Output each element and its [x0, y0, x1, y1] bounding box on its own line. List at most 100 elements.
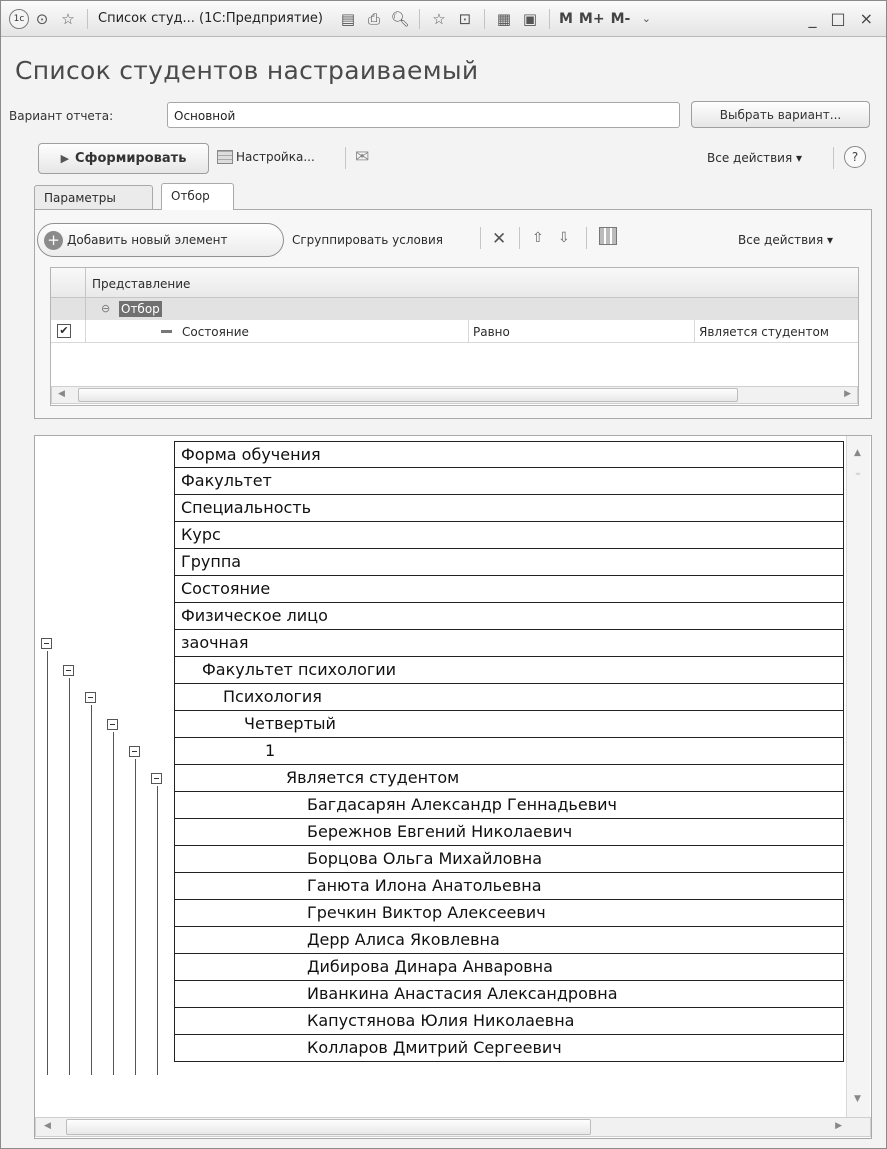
scroll-thumb[interactable]: [66, 1119, 591, 1135]
calendar-icon[interactable]: ▣: [519, 8, 541, 30]
collapse-group-icon[interactable]: [41, 638, 52, 649]
filter-group-label: Отбор: [119, 301, 162, 317]
collapse-group-icon[interactable]: [63, 665, 74, 676]
plus-icon: +: [44, 230, 63, 250]
add-element-button[interactable]: + Добавить новый элемент: [37, 223, 284, 257]
collapse-icon[interactable]: ⊖: [101, 302, 110, 315]
separator: [418, 8, 420, 29]
close-button[interactable]: ×: [860, 9, 873, 28]
add-element-label: Добавить новый элемент: [67, 233, 228, 247]
report-row[interactable]: Состояние: [174, 576, 844, 603]
collapse-group-icon[interactable]: [151, 773, 162, 784]
dropdown-icon[interactable]: ⌄: [635, 8, 657, 30]
column-header-presentation[interactable]: Представление: [92, 277, 190, 291]
maximize-button[interactable]: □: [830, 9, 845, 28]
delete-icon[interactable]: ✕: [492, 229, 506, 249]
mail-icon[interactable]: ✉: [355, 147, 369, 167]
collapse-group-icon[interactable]: [85, 692, 96, 703]
generate-button[interactable]: ▶ Сформировать: [38, 143, 209, 174]
settings-button[interactable]: Настройка...: [217, 150, 315, 164]
condition-checkbox[interactable]: ✔: [57, 324, 71, 338]
scroll-right-icon[interactable]: ▶: [835, 1121, 842, 1131]
separator: [548, 8, 550, 29]
report-horizontal-scrollbar[interactable]: ◀ ▶: [35, 1117, 871, 1137]
scroll-thumb[interactable]: [78, 388, 738, 402]
move-down-icon[interactable]: ⇩: [558, 230, 570, 246]
column-divider: [85, 298, 86, 320]
tab-filter[interactable]: Отбор: [161, 183, 234, 210]
filter-condition-row[interactable]: ✔ Состояние Равно Является студентом: [51, 320, 858, 343]
report-row[interactable]: Четвертый: [174, 711, 844, 738]
move-up-icon[interactable]: ⇧: [532, 230, 544, 246]
report-row[interactable]: Дибирова Динара Анваровна: [174, 954, 844, 981]
filter-group-row[interactable]: ⊖ Отбор: [51, 298, 858, 320]
report-row[interactable]: Курс: [174, 522, 844, 549]
report-row[interactable]: Гречкин Виктор Алексеевич: [174, 900, 844, 927]
column-divider: [85, 268, 86, 297]
separator: [480, 227, 481, 249]
report-row[interactable]: Специальность: [174, 495, 844, 522]
report-output: Форма обучения Факультет Специальность Курс…: [34, 435, 872, 1139]
report-row[interactable]: Психология: [174, 684, 844, 711]
report-row[interactable]: 1: [174, 738, 844, 765]
scroll-up-icon[interactable]: ▲: [854, 448, 861, 458]
report-row[interactable]: заочная: [174, 630, 844, 657]
condition-comparison[interactable]: Равно: [473, 325, 510, 339]
report-row[interactable]: Является студентом: [174, 765, 844, 792]
help-icon[interactable]: ?: [844, 146, 866, 168]
scroll-left-icon[interactable]: ◀: [44, 1121, 51, 1131]
app-logo-icon[interactable]: 1с: [9, 8, 29, 29]
print-icon[interactable]: ⎙: [363, 8, 385, 30]
scroll-left-icon[interactable]: ◀: [58, 389, 65, 399]
bookmark-icon[interactable]: ⊡: [454, 8, 476, 30]
report-row[interactable]: Ганюта Илона Анатольевна: [174, 873, 844, 900]
report-row[interactable]: Борцова Ольга Михайловна: [174, 846, 844, 873]
minimize-button[interactable]: _: [808, 9, 816, 28]
tab-parameters[interactable]: Параметры: [34, 185, 153, 210]
report-row[interactable]: Форма обучения: [174, 441, 844, 468]
memory-plus-button[interactable]: M+: [579, 11, 605, 27]
scroll-down-icon[interactable]: ▼: [854, 1094, 861, 1104]
report-row[interactable]: Дерр Алиса Яковлевна: [174, 927, 844, 954]
report-row[interactable]: Факультет: [174, 468, 844, 495]
title-bar: 1с ⊙ ☆ Список студ... (1С:Предприятие) ▤…: [1, 1, 886, 37]
column-divider: [468, 320, 469, 343]
tree-line: [91, 705, 92, 1075]
tree-line: [157, 786, 158, 1075]
filter-all-actions-menu[interactable]: Все действия ▾: [738, 233, 833, 247]
condition-value[interactable]: Является студентом: [699, 325, 829, 339]
collapse-group-icon[interactable]: [129, 746, 140, 757]
report-row[interactable]: Группа: [174, 549, 844, 576]
memory-button[interactable]: M: [559, 11, 573, 27]
group-conditions-button[interactable]: Сгруппировать условия: [292, 233, 443, 247]
condition-field[interactable]: Состояние: [182, 325, 249, 339]
play-icon: ▶: [60, 152, 70, 165]
report-row[interactable]: Бережнов Евгений Николаевич: [174, 819, 844, 846]
condition-icon: [161, 330, 172, 333]
choose-variant-button[interactable]: Выбрать вариант...: [691, 101, 870, 128]
save-icon[interactable]: ▤: [337, 8, 359, 30]
settings-label: Настройка...: [236, 150, 315, 164]
scroll-thumb[interactable]: ═: [850, 470, 866, 478]
variant-field[interactable]: Основной: [167, 102, 680, 128]
report-row[interactable]: Иванкина Анастасия Александровна: [174, 981, 844, 1008]
report-row[interactable]: Капустянова Юлия Николаевна: [174, 1008, 844, 1035]
report-row[interactable]: Физическое лицо: [174, 603, 844, 630]
main-menu-icon[interactable]: ⊙: [31, 8, 53, 30]
report-vertical-scrollbar[interactable]: ▲ ═ ▼: [846, 436, 870, 1117]
column-divider: [694, 320, 695, 343]
report-row[interactable]: Колларов Дмитрий Сергеевич: [174, 1035, 844, 1062]
filter-horizontal-scrollbar[interactable]: ◀ ▶: [51, 386, 858, 404]
calculator-icon[interactable]: ▦: [493, 8, 515, 30]
preview-icon[interactable]: 🔍︎: [389, 8, 411, 30]
report-row[interactable]: Багдасарян Александр Геннадьевич: [174, 792, 844, 819]
report-row[interactable]: Факультет психологии: [174, 657, 844, 684]
all-actions-menu[interactable]: Все действия ▾: [707, 151, 802, 165]
collapse-group-icon[interactable]: [107, 719, 118, 730]
scroll-right-icon[interactable]: ▶: [844, 389, 851, 399]
window-controls: _ □ ×: [801, 9, 880, 28]
favorites-icon[interactable]: ☆: [428, 8, 450, 30]
star-icon[interactable]: ☆: [57, 8, 79, 30]
grouping-icon[interactable]: [599, 227, 617, 245]
memory-minus-button[interactable]: M-: [611, 11, 631, 27]
